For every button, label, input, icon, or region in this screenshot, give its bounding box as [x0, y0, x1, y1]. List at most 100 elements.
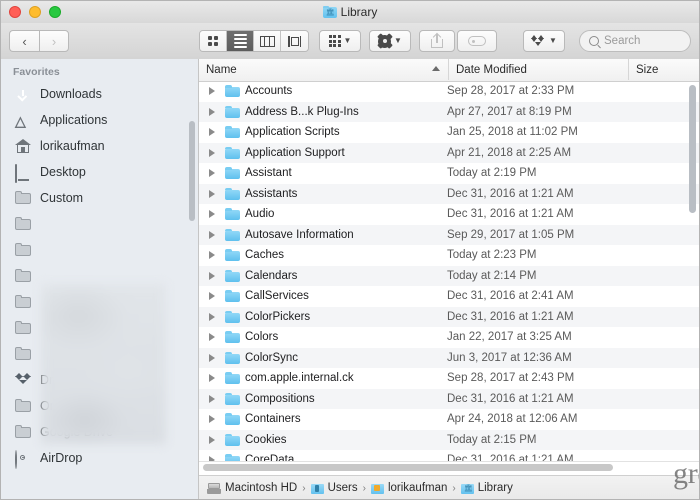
table-row[interactable]: Autosave Information Sep 29, 2017 at 1:05…: [199, 224, 699, 245]
file-rows: AccountsSep 28, 2017 at 2:33 PM--FolderA…: [199, 81, 699, 491]
sidebar-item-label: Downloads: [40, 87, 102, 101]
disclosure-triangle-icon[interactable]: [209, 107, 215, 116]
dropbox-icon: [15, 372, 32, 388]
list-view-button[interactable]: [227, 31, 254, 51]
disclosure-triangle-icon[interactable]: [209, 210, 215, 218]
disclosure-triangle-icon[interactable]: [209, 374, 215, 382]
sidebar-item-airdrop[interactable]: AirDrop: [1, 445, 199, 471]
column-header-date-modified[interactable]: Date Modified: [449, 59, 629, 80]
path-item-library[interactable]: 🏛 Library: [460, 482, 513, 494]
disclosure-triangle-icon[interactable]: [209, 292, 215, 300]
table-row[interactable]: ColorsJan 22, 2017 at 3:25 AM--Folder: [199, 327, 699, 348]
forward-button[interactable]: ›: [39, 30, 69, 52]
sidebar-item-custom[interactable]: Custom: [1, 185, 199, 211]
icon-view-button[interactable]: [200, 31, 227, 51]
file-name: Address B...k Plug-Ins: [245, 105, 359, 118]
folder-icon: [15, 294, 32, 310]
path-item-lorikaufman[interactable]: lorikaufman: [370, 482, 447, 494]
path-separator: ›: [452, 482, 456, 494]
sidebar: Favorites Downloads △ Applications lorik…: [1, 59, 199, 499]
disclosure-triangle-icon[interactable]: [209, 230, 215, 239]
disclosure-triangle-icon[interactable]: [209, 169, 215, 177]
table-row[interactable]: CookiesToday at 2:15 PM--Folder: [199, 429, 699, 450]
table-row[interactable]: ContainersApr 24, 2018 at 12:06 AM--Fold…: [199, 409, 699, 430]
disclosure-triangle-icon[interactable]: [209, 148, 215, 157]
chevron-down-icon: ▼: [343, 36, 352, 45]
dropbox-menu-button[interactable]: ▼: [523, 30, 565, 52]
table-row[interactable]: AudioDec 31, 2016 at 1:21 AM--Folder: [199, 204, 699, 225]
folder-icon: [15, 320, 32, 336]
folder-icon: [225, 126, 240, 138]
disclosure-triangle-icon[interactable]: [209, 415, 215, 423]
desktop-icon: [15, 163, 32, 183]
sidebar-item-hidden-2[interactable]: [1, 237, 199, 263]
sidebar-item-downloads[interactable]: Downloads: [1, 81, 199, 107]
file-name: Colors: [245, 331, 279, 344]
back-button[interactable]: ‹: [9, 30, 39, 52]
file-name: Accounts: [245, 85, 293, 98]
table-row[interactable]: com.apple.internal.ck Sep 28, 2017 at 2:4…: [199, 368, 699, 389]
disclosure-triangle-icon[interactable]: [209, 251, 215, 259]
folder-icon: [15, 346, 32, 362]
users-folder-icon: [310, 483, 324, 494]
disclosure-triangle-icon[interactable]: [209, 128, 215, 136]
file-name: Application Support: [245, 146, 345, 159]
sidebar-scrollbar[interactable]: [189, 121, 195, 221]
file-name: Cookies: [245, 433, 287, 446]
table-row[interactable]: Address B...k Plug-Ins Apr 27, 2017 at 8:…: [199, 101, 699, 122]
table-row[interactable]: AssistantToday at 2:19 PM--Folder: [199, 163, 699, 184]
disclosure-triangle-icon[interactable]: [209, 87, 215, 95]
vertical-scrollbar[interactable]: [689, 85, 696, 213]
share-button[interactable]: [419, 30, 455, 52]
disclosure-triangle-icon[interactable]: [209, 353, 215, 362]
table-row[interactable]: CalendarsToday at 2:14 PM--Folder: [199, 265, 699, 286]
disclosure-triangle-icon[interactable]: [209, 189, 215, 198]
sidebar-item-label: lorikaufman: [40, 139, 105, 153]
column-view-button[interactable]: [254, 31, 281, 51]
file-date-modified: Dec 31, 2016 at 1:21 AM: [447, 208, 574, 221]
gear-icon: [378, 34, 392, 48]
folder-icon: [225, 310, 240, 323]
path-item-macintosh-hd[interactable]: Macintosh HD: [207, 482, 297, 494]
table-row[interactable]: ColorPickersDec 31, 2016 at 1:21 AM--Fol…: [199, 306, 699, 327]
file-date-modified: Sep 29, 2017 at 1:05 PM: [447, 228, 575, 241]
gallery-view-button[interactable]: [281, 31, 308, 51]
view-mode-segmented-control: [199, 30, 309, 52]
arrange-grid-icon: [328, 35, 341, 47]
column-header-name[interactable]: Name: [199, 59, 449, 80]
window-title-group: 🏛 Library: [1, 1, 699, 23]
table-row[interactable]: Application Support Apr 21, 2018 at 2:25 …: [199, 142, 699, 163]
search-input[interactable]: Search: [579, 30, 691, 52]
library-folder-icon: 🏛: [460, 483, 474, 494]
file-date-modified: Today at 2:14 PM: [447, 269, 537, 282]
action-menu-button[interactable]: ▼: [369, 30, 411, 52]
disclosure-triangle-icon[interactable]: [209, 394, 215, 403]
column-header-size[interactable]: Size: [629, 59, 699, 80]
tags-button[interactable]: [457, 30, 497, 52]
sidebar-item-desktop[interactable]: Desktop: [1, 159, 199, 185]
sidebar-item-lorikaufman[interactable]: lorikaufman: [1, 133, 199, 159]
disclosure-triangle-icon[interactable]: [209, 435, 215, 444]
sidebar-item-hidden-1[interactable]: [1, 211, 199, 237]
table-row[interactable]: ColorSyncJun 3, 2017 at 12:36 AM--Folder: [199, 347, 699, 368]
arrange-by-button[interactable]: ▼: [319, 30, 361, 52]
table-row[interactable]: Application Scripts Jan 25, 2018 at 11:02…: [199, 122, 699, 143]
table-row[interactable]: CompositionsDec 31, 2016 at 1:21 AM--Fol…: [199, 388, 699, 409]
sidebar-item-applications[interactable]: △ Applications: [1, 107, 199, 133]
folder-icon: [225, 167, 240, 179]
path-item-users[interactable]: Users: [310, 482, 358, 494]
table-row[interactable]: AssistantsDec 31, 2016 at 1:21 AM--Folde…: [199, 183, 699, 204]
file-date-modified: Today at 2:23 PM: [447, 249, 537, 262]
file-name: Compositions: [245, 392, 315, 405]
file-date-modified: Dec 31, 2016 at 1:21 AM: [447, 187, 574, 200]
disclosure-triangle-icon[interactable]: [209, 312, 215, 321]
table-row[interactable]: CallServicesDec 31, 2016 at 2:41 AM--Fol…: [199, 286, 699, 307]
sidebar-item-label: Applications: [40, 113, 108, 127]
table-row[interactable]: CachesToday at 2:23 PM--Folder: [199, 245, 699, 266]
table-row[interactable]: AccountsSep 28, 2017 at 2:33 PM--Folder: [199, 81, 699, 102]
disclosure-triangle-icon[interactable]: [209, 333, 215, 341]
disclosure-triangle-icon[interactable]: [209, 271, 215, 280]
folder-icon: [225, 372, 240, 384]
file-date-modified: Jun 3, 2017 at 12:36 AM: [447, 351, 572, 364]
horizontal-scrollbar[interactable]: [203, 464, 613, 471]
